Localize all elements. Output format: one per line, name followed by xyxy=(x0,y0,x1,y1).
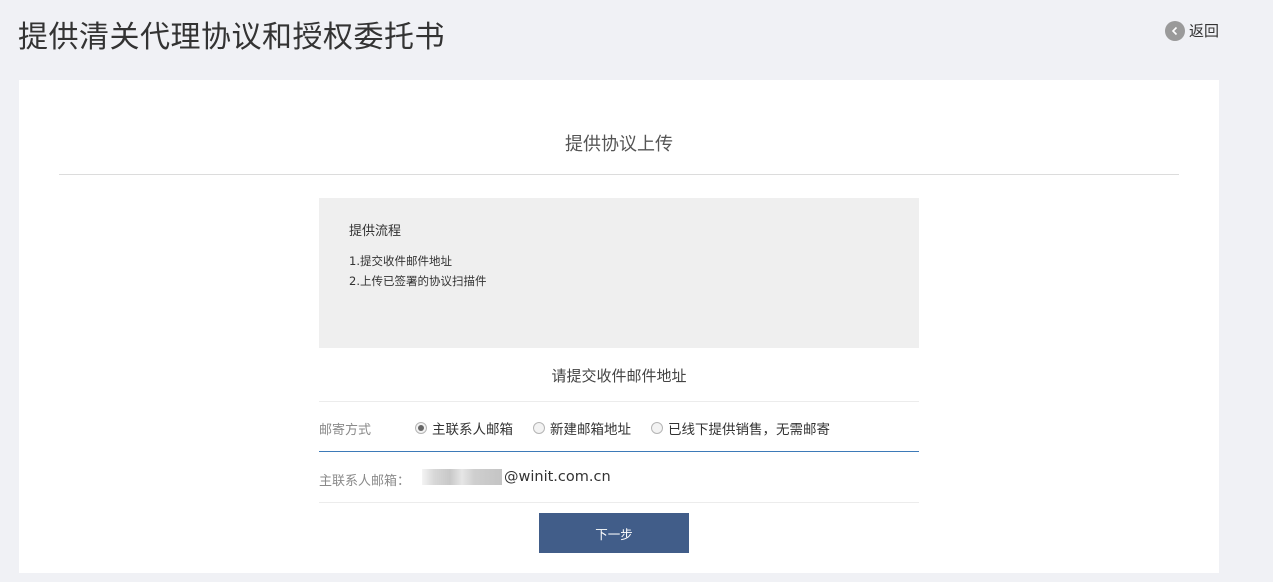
radio-unselected-icon[interactable] xyxy=(533,422,545,434)
divider xyxy=(319,502,919,503)
back-button[interactable]: 返回 xyxy=(1165,20,1219,41)
email-domain: @winit.com.cn xyxy=(504,469,611,485)
main-card: 提供协议上传 提供流程 1.提交收件邮件地址 2.上传已签署的协议扫描件 请提交… xyxy=(19,80,1219,573)
process-title: 提供流程 xyxy=(349,224,402,239)
process-box: 提供流程 1.提交收件邮件地址 2.上传已签署的协议扫描件 xyxy=(319,198,919,348)
divider xyxy=(59,174,1179,175)
radio-main-contact-email[interactable]: 主联系人邮箱 xyxy=(415,418,513,438)
radio-selected-icon[interactable] xyxy=(415,422,427,434)
radio-offline-provided[interactable]: 已线下提供销售，无需邮寄 xyxy=(651,418,830,438)
active-field-border xyxy=(319,451,919,452)
mail-method-radio-group: 主联系人邮箱 新建邮箱地址 已线下提供销售，无需邮寄 xyxy=(415,418,830,438)
process-step: 2.上传已签署的协议扫描件 xyxy=(349,274,487,288)
page-title: 提供清关代理协议和授权委托书 xyxy=(18,20,445,55)
chevron-left-icon xyxy=(1165,20,1185,41)
process-step: 1.提交收件邮件地址 xyxy=(349,254,452,268)
mail-method-label: 邮寄方式 xyxy=(319,423,372,438)
redacted-mask xyxy=(422,469,502,485)
contact-email-value: @winit.com.cn xyxy=(422,469,611,485)
radio-label: 新建邮箱地址 xyxy=(550,422,631,438)
card-heading: 提供协议上传 xyxy=(565,134,673,155)
radio-label: 已线下提供销售，无需邮寄 xyxy=(668,422,830,438)
back-label: 返回 xyxy=(1189,22,1220,40)
section-heading: 请提交收件邮件地址 xyxy=(551,367,687,385)
next-button[interactable]: 下一步 xyxy=(539,513,689,553)
radio-label: 主联系人邮箱 xyxy=(432,422,513,438)
divider xyxy=(319,401,919,402)
radio-unselected-icon[interactable] xyxy=(651,422,663,434)
radio-new-email-address[interactable]: 新建邮箱地址 xyxy=(533,418,631,438)
contact-email-label: 主联系人邮箱： xyxy=(319,474,411,489)
